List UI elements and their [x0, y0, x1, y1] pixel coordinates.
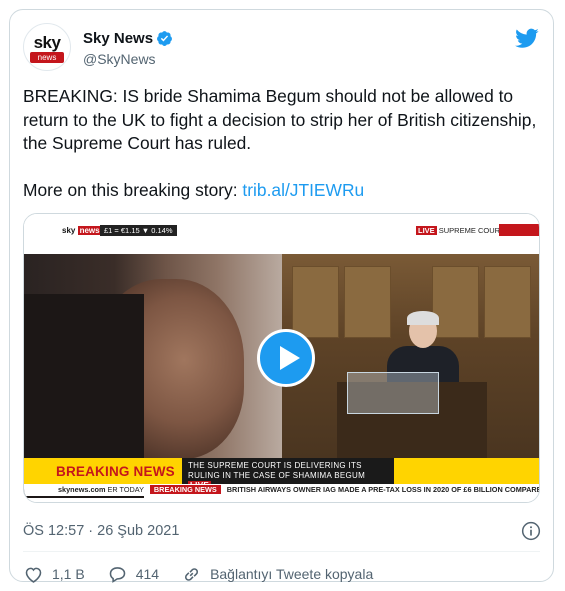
like-count: 1,1 B	[52, 566, 85, 582]
play-icon[interactable]	[257, 329, 315, 387]
account-handle[interactable]: @SkyNews	[83, 51, 156, 67]
topbar-red-block	[499, 224, 539, 236]
breaking-news-headline: THE SUPREME COURT IS DELIVERING ITS RULI…	[188, 461, 366, 480]
avatar[interactable]: sky news	[23, 23, 71, 71]
reply-icon	[109, 566, 125, 583]
video-frame: sky news £1 = €1.15 ▼ 0.14% LIVE SUPREME…	[24, 214, 539, 502]
divider	[23, 551, 540, 552]
channel-logo-sky: sky	[62, 226, 76, 235]
reply-count: 414	[135, 566, 160, 582]
info-icon[interactable]	[521, 521, 541, 541]
live-badge: LIVE	[416, 226, 437, 235]
tweet-card: sky news Sky News @SkyNews BREAKING: IS …	[9, 9, 554, 585]
judge-hair	[407, 311, 439, 325]
tweet-text: BREAKING: IS bride Shamima Begum should …	[23, 85, 543, 203]
wood-panel	[292, 266, 339, 338]
channel-logo-news: news	[77, 226, 102, 235]
broadcast-topbar: sky news £1 = €1.15 ▼ 0.14% LIVE SUPREME…	[24, 214, 539, 252]
live-indicator: LIVE SUPREME COURT	[416, 225, 504, 236]
live-location: SUPREME COURT	[438, 226, 505, 235]
display-name[interactable]: Sky News	[83, 30, 173, 47]
glass-screen	[347, 372, 439, 414]
wood-panel	[344, 266, 391, 338]
news-ticker: skynews.com ER TODAY BREAKING NEWS BRITI…	[24, 484, 540, 496]
heart-icon	[25, 567, 42, 583]
ticker-prev: ER TODAY	[107, 485, 144, 494]
breaking-news-text: THE SUPREME COURT IS DELIVERING ITS RULI…	[182, 458, 394, 490]
reply-button[interactable]: 414	[107, 564, 159, 585]
tweet-text-more-prefix: More on this breaking story:	[23, 180, 243, 200]
ticker-breaking: BREAKING NEWS	[149, 485, 221, 494]
avatar-sky-text: sky	[33, 33, 61, 52]
courtroom-image	[282, 254, 539, 458]
channel-logo: sky news	[62, 226, 102, 235]
action-bar: 1,1 B 414 Bağlantıyı Tweete kopyala	[23, 563, 395, 585]
avatar-news-text: news	[30, 52, 64, 63]
link-icon	[185, 567, 199, 581]
tweet-text-main: BREAKING: IS bride Shamima Begum should …	[23, 86, 537, 153]
wood-panel	[484, 266, 531, 338]
twitter-logo-icon[interactable]	[515, 26, 539, 50]
verified-icon	[157, 31, 172, 46]
currency-ticker: £1 = €1.15 ▼ 0.14%	[100, 225, 177, 236]
tweet-link[interactable]: trib.al/JTIEWRu	[242, 180, 364, 200]
ticker-site: skynews.com	[58, 485, 106, 494]
like-button[interactable]: 1,1 B	[23, 564, 85, 585]
tweet-text-more: More on this breaking story: trib.al/JTI…	[23, 179, 543, 203]
ticker-text: BRITISH AIRWAYS OWNER IAG MADE A PRE-TAX…	[226, 485, 540, 494]
copy-link-label: Bağlantıyı Tweete kopyala	[210, 566, 374, 582]
shamima-image	[24, 254, 282, 498]
video-player[interactable]: sky news £1 = €1.15 ▼ 0.14% LIVE SUPREME…	[23, 213, 540, 503]
copy-link-button[interactable]: Bağlantıyı Tweete kopyala	[181, 564, 373, 585]
tweet-timestamp[interactable]: ÖS 12:57 · 26 Şub 2021	[23, 523, 179, 539]
breaking-news-label: BREAKING NEWS	[56, 464, 175, 479]
display-name-text: Sky News	[83, 30, 154, 47]
